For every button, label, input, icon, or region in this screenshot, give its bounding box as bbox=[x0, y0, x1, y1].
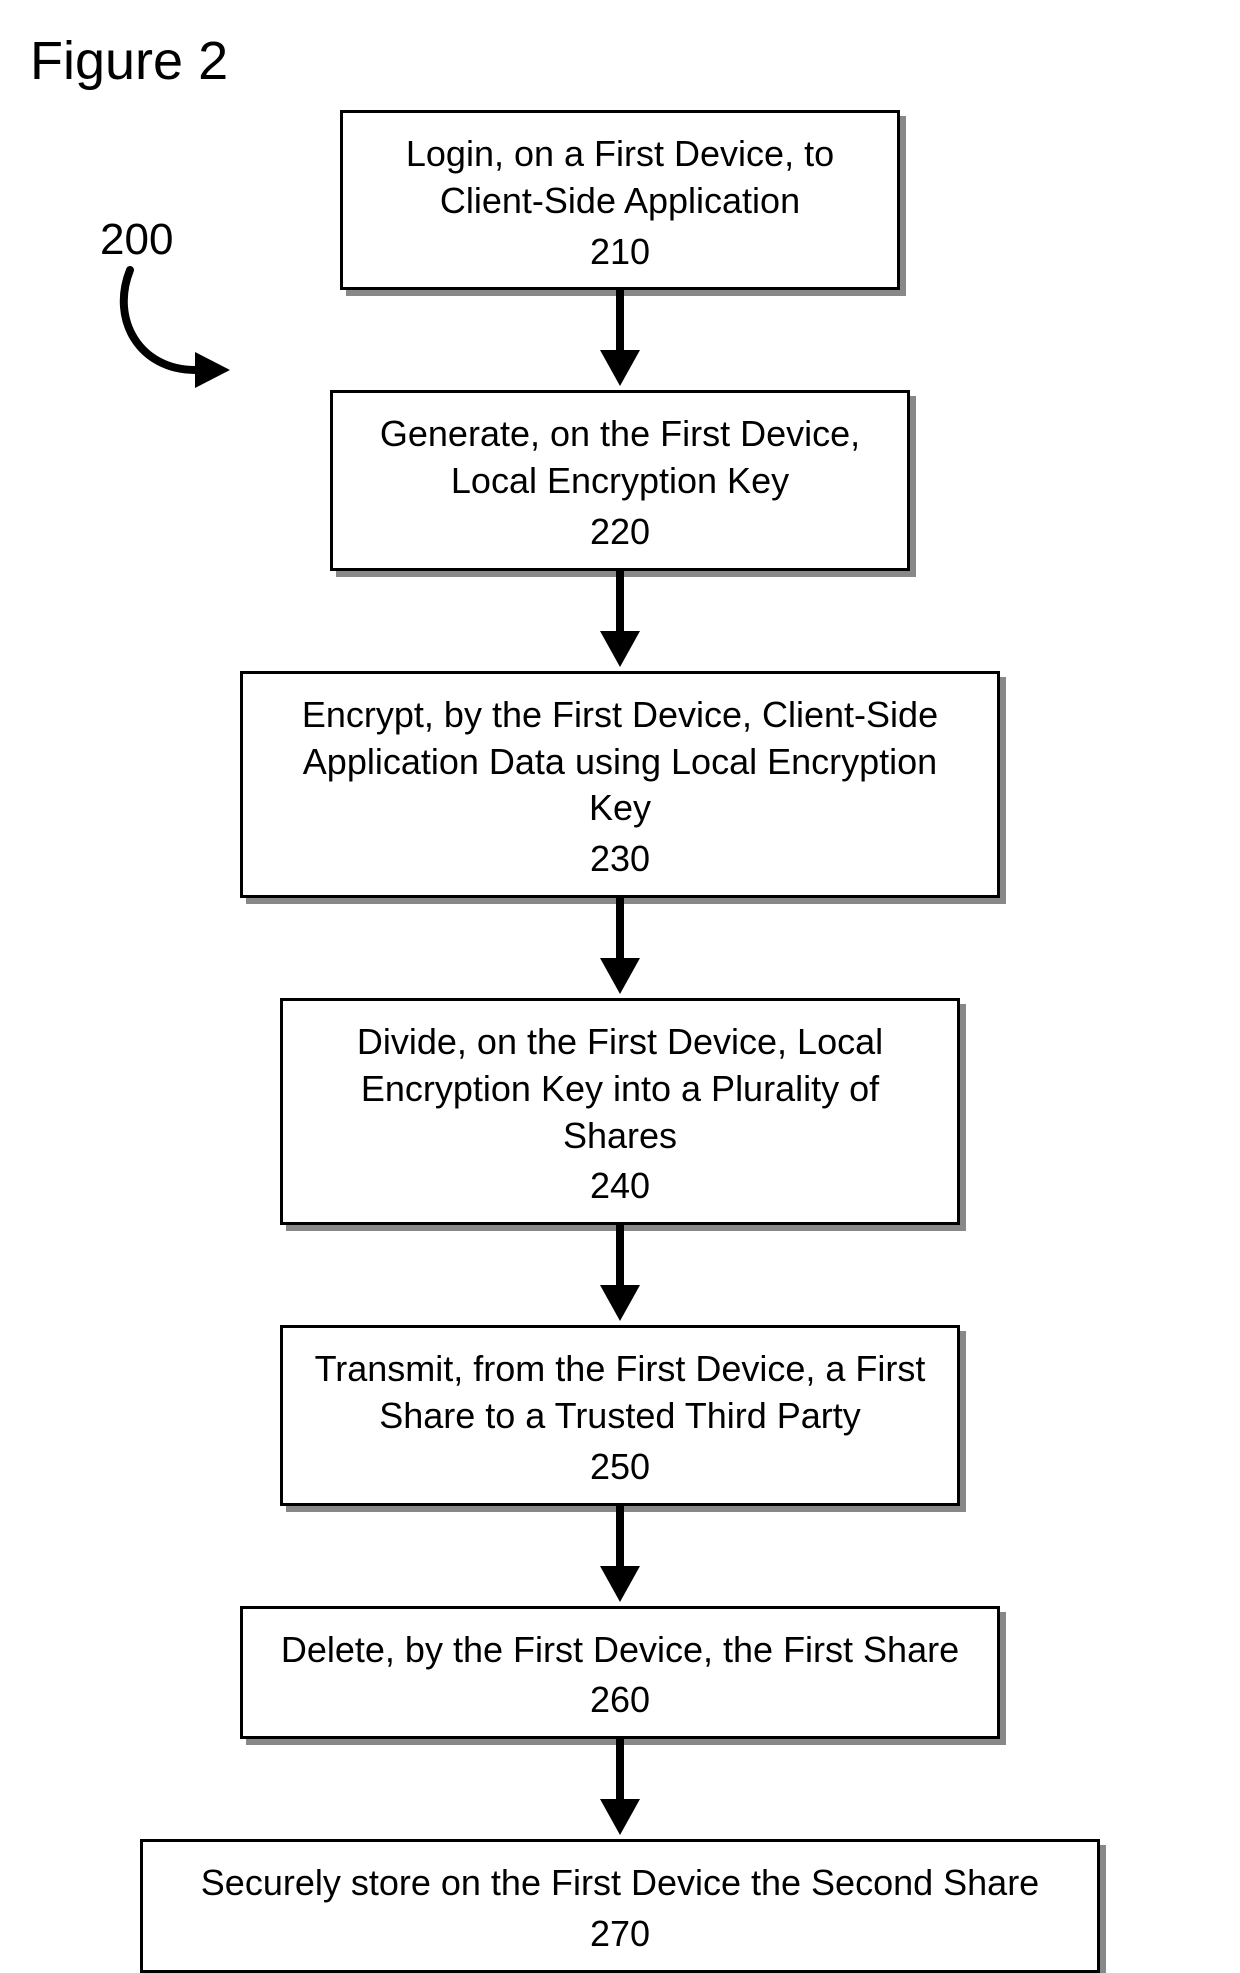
arrow-down-icon bbox=[580, 898, 660, 998]
step-number: 270 bbox=[590, 1911, 650, 1958]
step-box-210: Login, on a First Device, to Client-Side… bbox=[340, 110, 900, 290]
step-box-220: Generate, on the First Device, Local Enc… bbox=[330, 390, 910, 570]
step-text: Securely store on the First Device the S… bbox=[201, 1860, 1039, 1907]
arrow-down-icon bbox=[580, 1506, 660, 1606]
step-text: Generate, on the First Device, Local Enc… bbox=[357, 411, 883, 505]
step-box-240: Divide, on the First Device, Local Encry… bbox=[280, 998, 960, 1225]
step-number: 230 bbox=[590, 836, 650, 883]
step-text: Encrypt, by the First Device, Client-Sid… bbox=[267, 692, 973, 832]
step-number: 210 bbox=[590, 229, 650, 276]
step-box-230: Encrypt, by the First Device, Client-Sid… bbox=[240, 671, 1000, 898]
figure-title: Figure 2 bbox=[30, 30, 228, 92]
flowchart: Login, on a First Device, to Client-Side… bbox=[140, 110, 1100, 1973]
step-number: 250 bbox=[590, 1444, 650, 1491]
arrow-down-icon bbox=[580, 1225, 660, 1325]
step-number: 240 bbox=[590, 1163, 650, 1210]
step-box-270: Securely store on the First Device the S… bbox=[140, 1839, 1100, 1973]
step-number: 260 bbox=[590, 1677, 650, 1724]
step-number: 220 bbox=[590, 509, 650, 556]
step-text: Transmit, from the First Device, a First… bbox=[307, 1346, 933, 1440]
step-box-250: Transmit, from the First Device, a First… bbox=[280, 1325, 960, 1505]
step-text: Delete, by the First Device, the First S… bbox=[281, 1627, 959, 1674]
arrow-down-icon bbox=[580, 1739, 660, 1839]
step-box-260: Delete, by the First Device, the First S… bbox=[240, 1606, 1000, 1740]
step-text: Login, on a First Device, to Client-Side… bbox=[367, 131, 873, 225]
arrow-down-icon bbox=[580, 290, 660, 390]
figure-page: Figure 2 200 Login, on a First Device, t… bbox=[0, 0, 1240, 1873]
step-text: Divide, on the First Device, Local Encry… bbox=[307, 1019, 933, 1159]
arrow-down-icon bbox=[580, 571, 660, 671]
